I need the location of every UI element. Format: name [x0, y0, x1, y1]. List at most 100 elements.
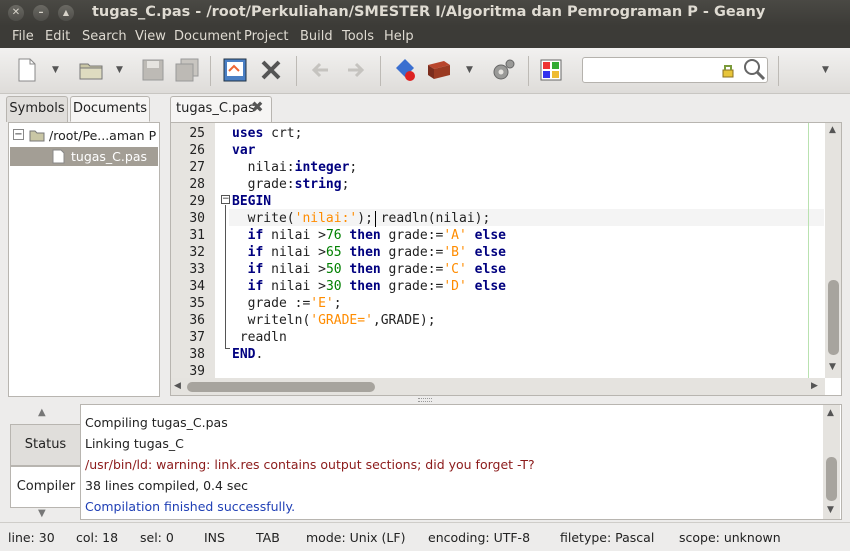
status-encoding: encoding: UTF-8 — [428, 530, 531, 545]
scroll-down-icon[interactable]: ▼ — [827, 505, 834, 515]
line-number: 30 — [189, 211, 205, 226]
navigate-back-icon[interactable] — [308, 57, 334, 83]
line-number: 26 — [189, 143, 205, 158]
code-line[interactable]: if nilai >76 then grade:='A' else — [232, 228, 506, 243]
scroll-down-icon[interactable]: ▼ — [829, 362, 836, 372]
fold-margin: − — [215, 123, 230, 378]
code-line[interactable]: BEGIN — [232, 194, 271, 209]
new-file-icon[interactable] — [14, 57, 40, 83]
close-tab-icon[interactable]: ✖ — [251, 98, 264, 116]
code-line[interactable]: readln — [232, 330, 287, 345]
menu-help[interactable]: Help — [384, 29, 414, 44]
color-chooser-icon[interactable] — [538, 57, 564, 83]
line-number: 39 — [189, 364, 205, 379]
scroll-left-icon[interactable]: ◀ — [174, 381, 181, 391]
line-number: 29 — [189, 194, 205, 209]
menu-file[interactable]: File — [12, 29, 34, 44]
menu-tools[interactable]: Tools — [342, 29, 374, 44]
menu-search[interactable]: Search — [82, 29, 127, 44]
toolbar: ▼ ▼ ▼ ▼ — [0, 48, 850, 94]
tab-documents[interactable]: Documents — [70, 96, 150, 122]
chevron-down-icon[interactable]: ▼ — [38, 508, 46, 519]
tab-status[interactable]: Status — [10, 424, 80, 466]
tab-symbols[interactable]: Symbols — [6, 96, 68, 122]
scroll-up-icon[interactable]: ▲ — [829, 125, 836, 135]
navigate-forward-icon[interactable] — [342, 57, 368, 83]
scroll-up-icon[interactable]: ▲ — [827, 408, 834, 418]
scroll-thumb[interactable] — [826, 457, 837, 501]
line-number: 34 — [189, 279, 205, 294]
status-ins: INS — [204, 530, 225, 545]
long-line-marker — [808, 123, 809, 378]
fold-icon[interactable]: − — [221, 195, 230, 204]
line-number: 38 — [189, 347, 205, 362]
chevron-up-icon[interactable]: ▲ — [38, 407, 46, 418]
line-number: 28 — [189, 177, 205, 192]
menu-view[interactable]: View — [135, 29, 166, 44]
chevron-down-icon[interactable]: ▼ — [822, 65, 829, 75]
status-col: col: 18 — [76, 530, 119, 545]
search-icon[interactable] — [742, 57, 768, 83]
status-line: line: 30 — [8, 530, 55, 545]
code-line[interactable]: if nilai >30 then grade:='D' else — [232, 279, 506, 294]
code-line[interactable]: nilai:integer; — [232, 160, 358, 175]
message-line: Linking tugas_C — [85, 436, 184, 451]
tab-compiler[interactable]: Compiler — [10, 466, 81, 508]
code-line[interactable]: uses crt; — [232, 126, 302, 141]
line-number: 37 — [189, 330, 205, 345]
code-line[interactable]: grade :='E'; — [232, 296, 342, 311]
code-line[interactable]: var — [232, 143, 255, 158]
text-caret — [375, 211, 376, 227]
code-editor[interactable]: − 25 26 27 28 29 30 31 32 33 34 35 36 37… — [170, 122, 842, 396]
code-line[interactable]: writeln('GRADE=',GRADE); — [232, 313, 436, 328]
tree-folder-row[interactable]: − /root/Pe...aman P — [9, 127, 159, 145]
menu-build[interactable]: Build — [300, 29, 333, 44]
tree-file-row[interactable]: tugas_C.pas — [10, 147, 158, 166]
menu-document[interactable]: Document — [174, 29, 241, 44]
compiler-output[interactable]: Compiling tugas_C.pas Linking tugas_C /u… — [80, 404, 842, 520]
code-line[interactable]: write('nilai:'); readln(nilai); — [232, 211, 491, 226]
revert-icon[interactable] — [222, 57, 248, 83]
line-number: 32 — [189, 245, 205, 260]
build-icon[interactable] — [426, 57, 452, 83]
menu-edit[interactable]: Edit — [45, 29, 70, 44]
line-number: 27 — [189, 160, 205, 175]
scroll-thumb[interactable] — [828, 280, 839, 355]
file-label: tugas_C.pas — [71, 149, 147, 164]
save-all-icon[interactable] — [174, 57, 200, 83]
code-line[interactable]: if nilai >50 then grade:='C' else — [232, 262, 506, 277]
horizontal-scrollbar[interactable]: ◀ ▶ — [171, 378, 825, 395]
menu-bar: File Edit Search View Document Project B… — [0, 26, 850, 48]
line-number: 25 — [189, 126, 205, 141]
tab-label: tugas_C.pas — [176, 101, 256, 116]
run-icon[interactable] — [490, 57, 516, 83]
documents-tree: − /root/Pe...aman P tugas_C.pas — [8, 122, 160, 397]
close-window-icon[interactable]: ✕ — [8, 5, 24, 21]
chevron-down-icon[interactable]: ▼ — [52, 65, 59, 75]
chevron-down-icon[interactable]: ▼ — [116, 65, 123, 75]
save-icon[interactable] — [140, 57, 166, 83]
code-line[interactable]: if nilai >65 then grade:='B' else — [232, 245, 506, 260]
title-bar: ✕ – ▲ tugas_C.pas - /root/Perkuliahan/SM… — [0, 0, 850, 26]
code-line[interactable]: END. — [232, 347, 263, 362]
message-tabs: ▲ Status Compiler ▼ — [0, 404, 81, 520]
menu-project[interactable]: Project — [244, 29, 288, 44]
search-input[interactable] — [582, 57, 768, 83]
minimize-window-icon[interactable]: – — [33, 5, 49, 21]
tab-tugas-c[interactable]: tugas_C.pas ✖ — [170, 96, 272, 123]
maximize-window-icon[interactable]: ▲ — [58, 5, 74, 21]
scroll-right-icon[interactable]: ▶ — [811, 381, 818, 391]
chevron-down-icon[interactable]: ▼ — [466, 65, 473, 75]
compile-icon[interactable] — [392, 57, 418, 83]
status-scope: scope: unknown — [679, 530, 781, 545]
scroll-thumb[interactable] — [187, 382, 375, 392]
collapse-icon[interactable]: − — [13, 129, 24, 140]
close-file-icon[interactable] — [258, 57, 284, 83]
code-line[interactable]: grade:string; — [232, 177, 350, 192]
open-folder-icon[interactable] — [78, 57, 104, 83]
message-scrollbar[interactable]: ▲ ▼ — [823, 405, 840, 519]
vertical-scrollbar[interactable]: ▲ ▼ — [825, 123, 841, 378]
pane-splitter[interactable] — [418, 398, 432, 402]
line-number: 31 — [189, 228, 205, 243]
status-bar: line: 30 col: 18 sel: 0 INS TAB mode: Un… — [0, 522, 850, 551]
